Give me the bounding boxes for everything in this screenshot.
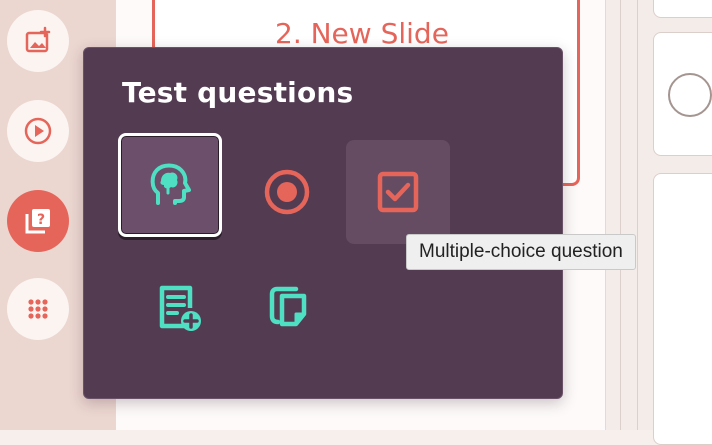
divider — [637, 0, 638, 430]
shape-card[interactable] — [653, 0, 712, 18]
question-type-survey-button[interactable] — [118, 133, 222, 237]
slide-title: 2. New Slide — [275, 17, 449, 50]
question-type-single-choice-button[interactable] — [235, 140, 339, 244]
question-type-fill-in-button[interactable] — [126, 256, 230, 360]
checkbox-icon — [377, 171, 419, 213]
quiz-icon: ? — [25, 209, 50, 234]
circle-shape[interactable] — [668, 73, 712, 117]
image-add-icon — [25, 26, 51, 53]
document-add-icon — [159, 285, 201, 331]
svg-text:?: ? — [37, 212, 45, 228]
radio-button-icon — [264, 169, 310, 215]
sidebar-button-insert-image[interactable] — [7, 10, 69, 72]
tooltip: Multiple-choice question — [406, 234, 636, 270]
divider — [620, 0, 621, 430]
copy-notes-icon — [269, 286, 307, 327]
apps-grid-icon — [28, 299, 48, 319]
play-icon — [24, 117, 52, 145]
popup-title: Test questions — [122, 76, 354, 109]
sidebar-button-test-questions[interactable]: ? — [7, 190, 69, 252]
head-brain-icon — [150, 163, 191, 205]
question-type-matching-button[interactable] — [236, 256, 340, 360]
question-type-multiple-choice-button[interactable] — [346, 140, 450, 244]
sidebar-button-play[interactable] — [7, 100, 69, 162]
shape-card[interactable] — [653, 173, 712, 445]
sidebar-button-more-apps[interactable] — [7, 278, 69, 340]
test-questions-popup: Test questions — [83, 47, 563, 399]
